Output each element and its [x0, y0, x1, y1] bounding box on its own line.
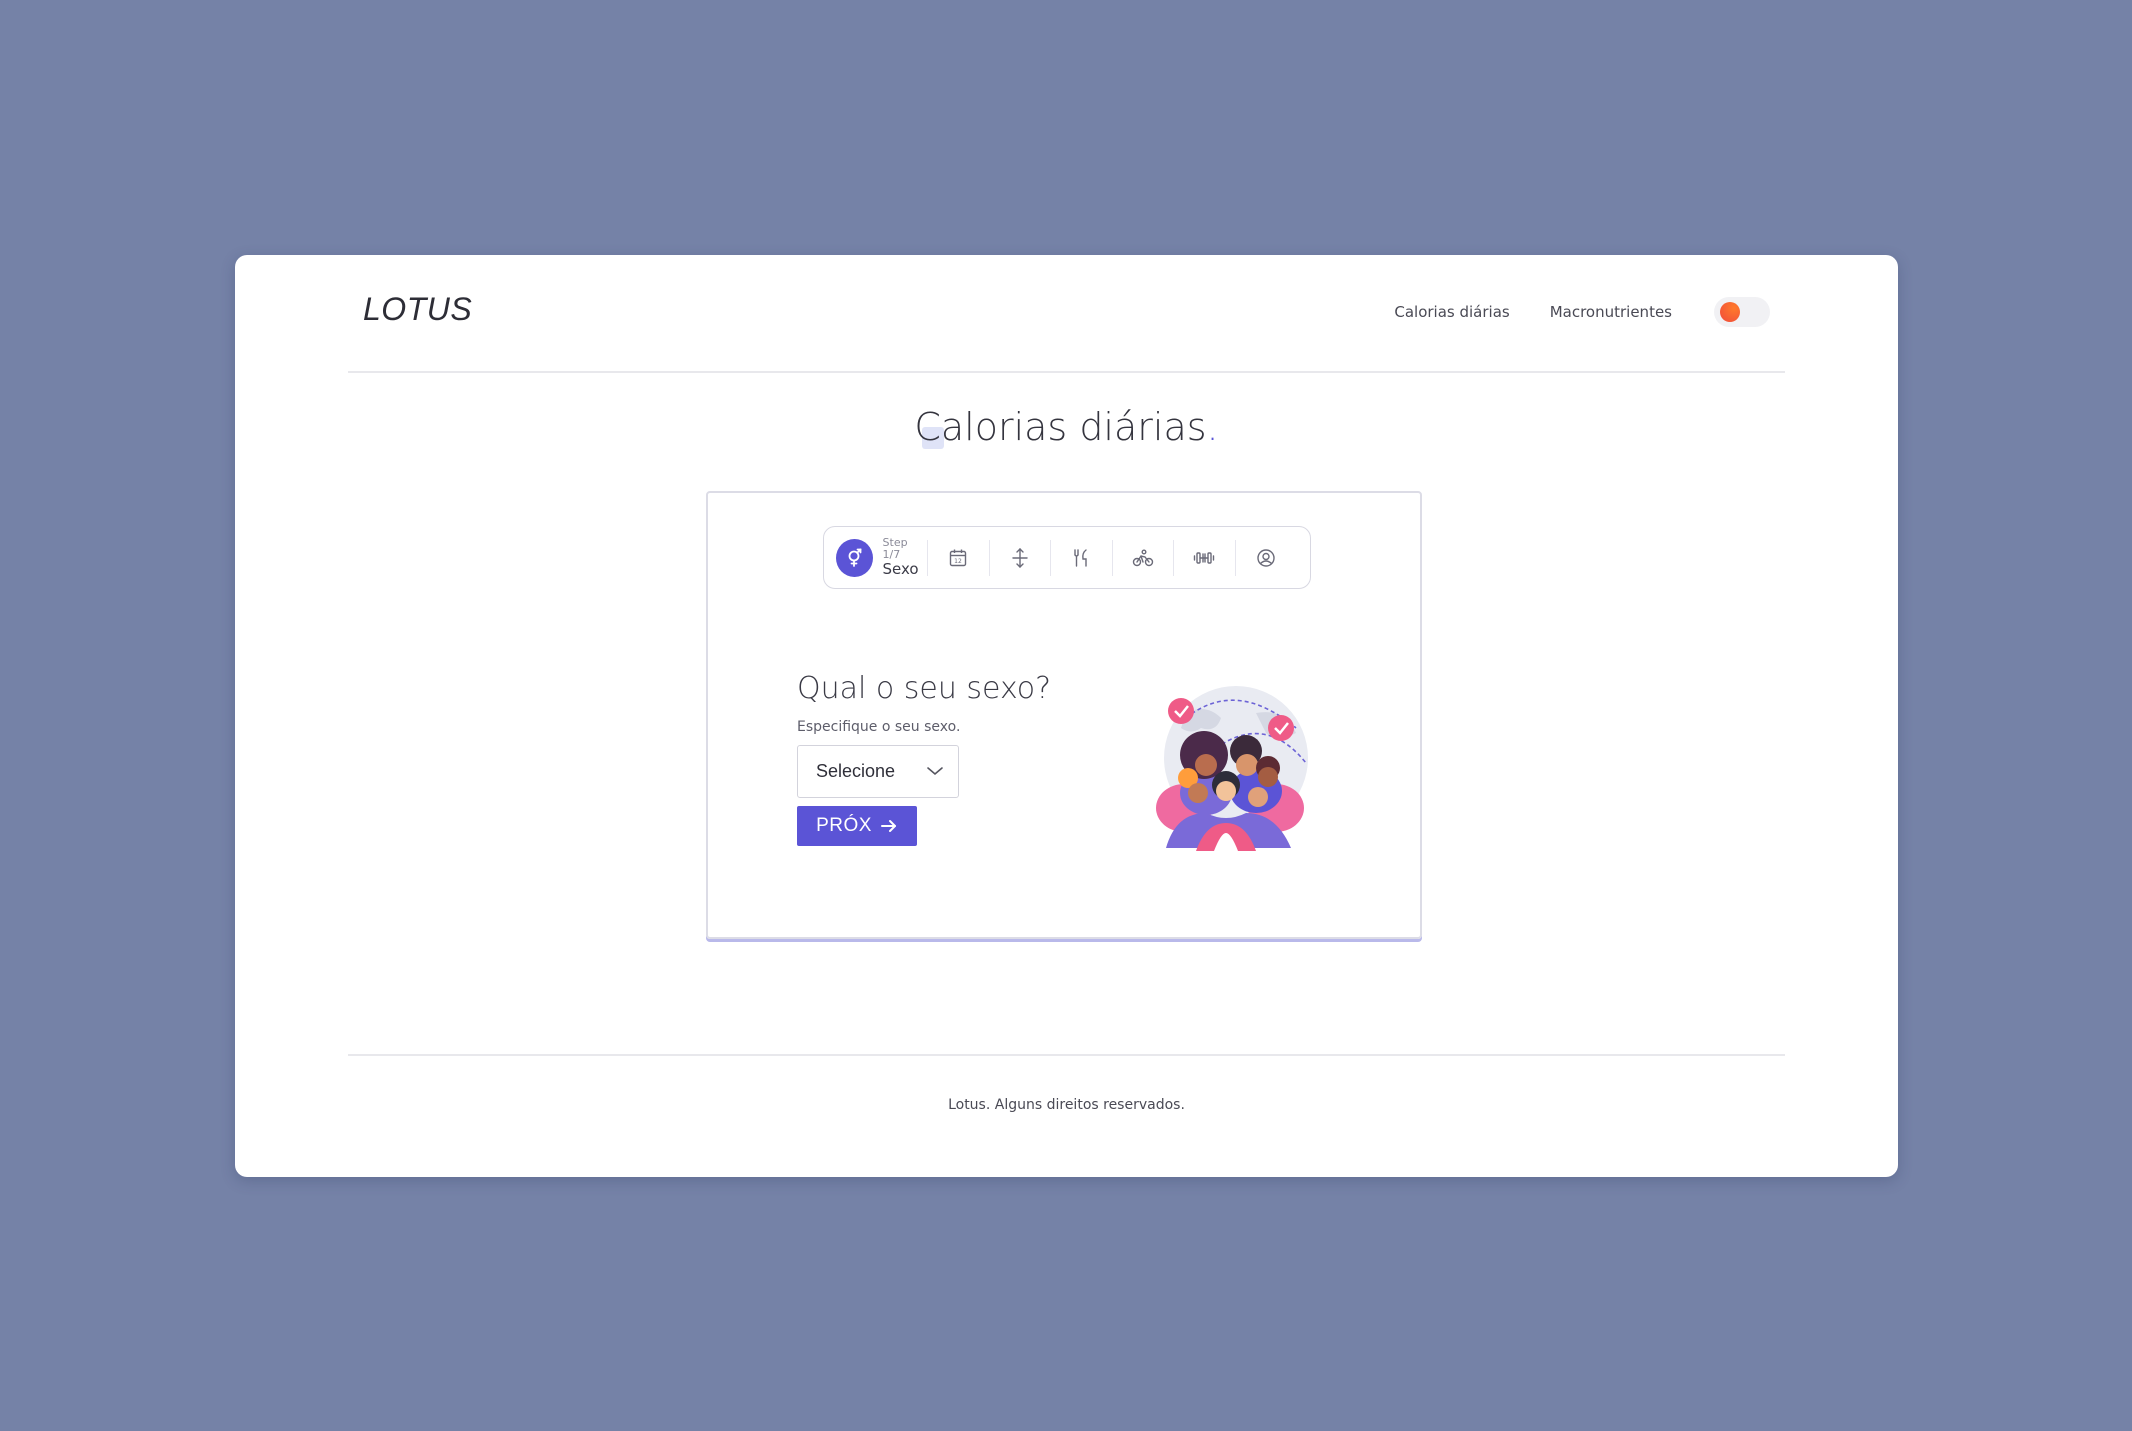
step-count: Step 1/7 — [882, 536, 908, 562]
step-exercicio[interactable] — [1174, 539, 1236, 576]
sex-select[interactable]: Selecione — [797, 745, 959, 798]
svg-text:12: 12 — [954, 558, 962, 565]
nav-link-macronutrientes[interactable]: Macronutrientes — [1550, 303, 1672, 321]
page-title: Calorias diárias. — [235, 405, 1898, 449]
step-idade[interactable]: 12 — [928, 539, 990, 576]
stepper: Step 1/7 Sexo 12 — [823, 526, 1311, 589]
select-value: Selecione — [816, 761, 896, 781]
page-title-text: Calorias diárias — [914, 405, 1207, 449]
page-title-dot: . — [1206, 405, 1219, 449]
calendar-icon: 12 — [950, 549, 967, 566]
step-sexo[interactable]: Step 1/7 Sexo — [824, 537, 928, 578]
next-button-label: PRÓX — [816, 815, 872, 836]
next-button[interactable]: PRÓX — [797, 806, 917, 846]
chevron-down-icon — [927, 767, 943, 776]
step-atividade[interactable] — [1113, 539, 1174, 576]
people-illustration — [1156, 686, 1308, 851]
logo[interactable]: LOTUS — [363, 291, 472, 328]
nav: Calorias diárias Macronutrientes — [1354, 297, 1770, 327]
dumbbell-icon — [1194, 551, 1215, 564]
step-altura[interactable] — [990, 539, 1051, 576]
activity-icon — [1132, 549, 1153, 566]
theme-toggle[interactable] — [1714, 297, 1770, 327]
question-helper: Especifique o seu sexo. — [797, 719, 961, 735]
step-perfil[interactable] — [1236, 540, 1298, 576]
question-title: Qual o seu sexo? — [797, 671, 1052, 706]
nav-link-calorias[interactable]: Calorias diárias — [1394, 303, 1509, 321]
form-card: Step 1/7 Sexo 12 Qual o seu sexo? Especi… — [706, 491, 1422, 939]
arrow-right-icon — [880, 820, 896, 832]
header: LOTUS Calorias diárias Macronutrientes — [348, 255, 1785, 373]
user-icon — [1257, 548, 1275, 567]
footer-divider — [348, 1054, 1785, 1056]
step-text: Step 1/7 Sexo — [883, 537, 927, 578]
app-window: LOTUS Calorias diárias Macronutrientes C… — [235, 255, 1898, 1177]
footer-text: Lotus. Alguns direitos reservados. — [948, 1097, 1185, 1113]
gender-icon[interactable] — [836, 538, 873, 577]
fork-knife-icon — [1074, 548, 1087, 567]
step-dieta[interactable] — [1051, 539, 1113, 576]
toggle-knob — [1720, 302, 1740, 322]
step-label: Sexo — [882, 560, 919, 579]
height-icon — [1012, 547, 1028, 568]
